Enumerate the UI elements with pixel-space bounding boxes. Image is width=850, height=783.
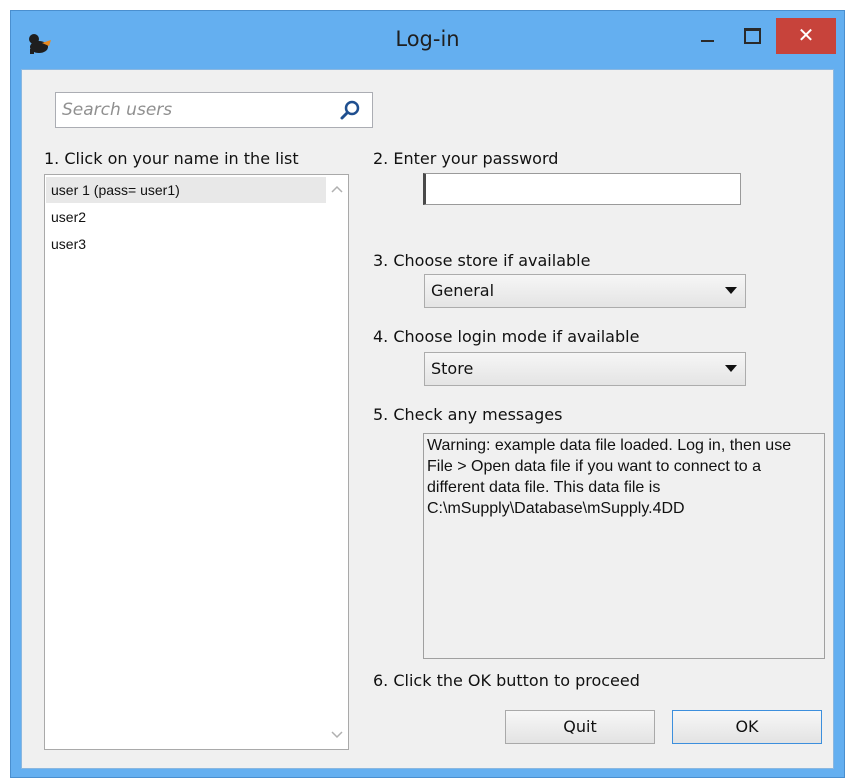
list-item-user3[interactable]: user3 <box>46 231 326 257</box>
step6-label: 6. Click the OK button to proceed <box>373 671 640 690</box>
step2-label: 2. Enter your password <box>373 149 559 168</box>
title-bar[interactable]: Log-in ✕ <box>11 11 844 69</box>
store-select[interactable]: General <box>424 274 746 308</box>
close-icon: ✕ <box>797 23 815 47</box>
step5-label: 5. Check any messages <box>373 405 563 424</box>
search-icon[interactable] <box>336 97 364 123</box>
scroll-up-icon[interactable] <box>330 183 344 195</box>
list-item-user2[interactable]: user2 <box>46 204 326 230</box>
list-item-user1[interactable]: user 1 (pass= user1) <box>46 177 326 203</box>
login-window: Log-in ✕ 1. Click on your name in the li… <box>10 10 845 778</box>
quit-button[interactable]: Quit <box>505 710 655 744</box>
login-mode-select-value: Store <box>431 359 474 378</box>
user-list[interactable]: user 1 (pass= user1) user2 user3 <box>44 174 349 750</box>
step4-label: 4. Choose login mode if available <box>373 327 640 346</box>
ok-button[interactable]: OK <box>672 710 822 744</box>
search-input[interactable] <box>60 97 304 123</box>
step1-label: 1. Click on your name in the list <box>44 149 299 168</box>
dialog-body: 1. Click on your name in the list user 1… <box>21 69 834 769</box>
chevron-down-icon <box>725 365 737 372</box>
scroll-down-icon[interactable] <box>330 729 344 741</box>
step3-label: 3. Choose store if available <box>373 251 591 270</box>
maximize-icon[interactable] <box>741 25 763 47</box>
search-box <box>55 92 373 128</box>
store-select-value: General <box>431 281 495 300</box>
password-input[interactable] <box>423 173 741 205</box>
window-title: Log-in <box>395 27 460 51</box>
login-mode-select[interactable]: Store <box>424 352 746 386</box>
messages-box: Warning: example data file loaded. Log i… <box>423 433 825 659</box>
chevron-down-icon <box>725 287 737 294</box>
close-button[interactable]: ✕ <box>776 18 836 54</box>
minimize-icon[interactable] <box>697 27 719 49</box>
